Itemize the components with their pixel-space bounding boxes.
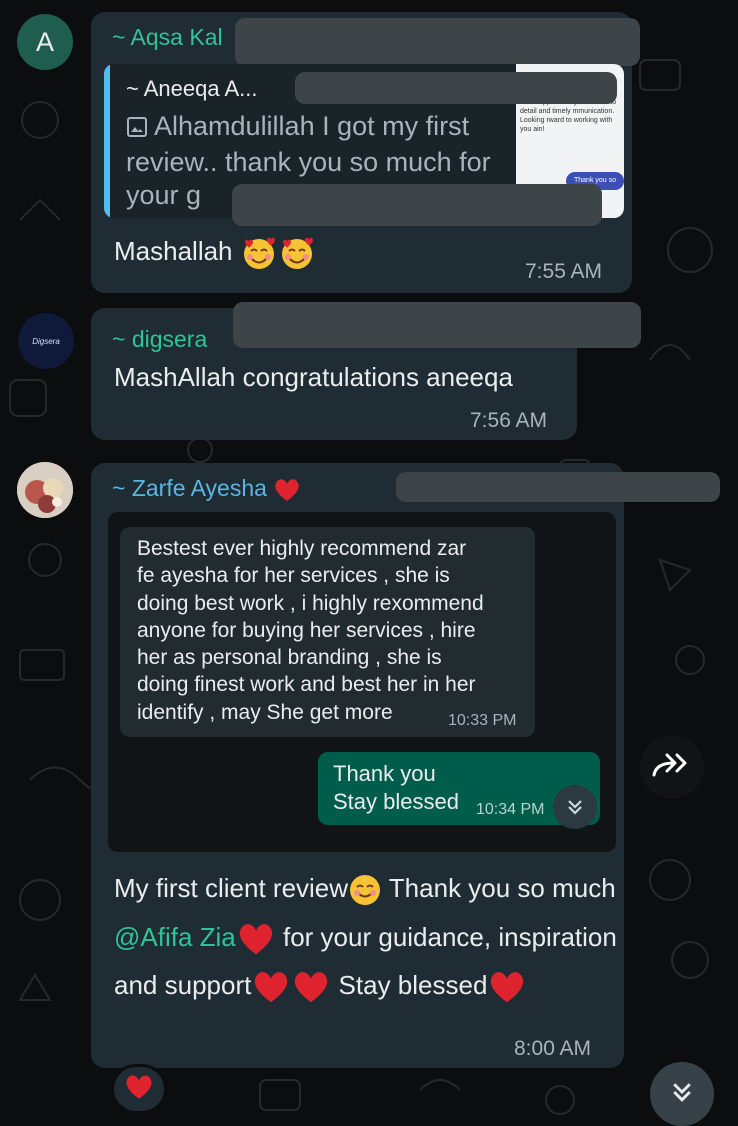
red-heart-emoji [487,969,527,1005]
reply-line-1: Thank you [333,761,436,786]
sender-name-zarfe[interactable]: ~ Zarfe Ayesha [112,475,301,503]
message-time-aqsa: 7:55 AM [525,260,603,283]
scroll-to-bottom-button[interactable] [650,1062,714,1126]
double-chevron-down-icon [669,1079,695,1110]
forward-button[interactable] [640,735,704,799]
redacted-phone-aqsa [235,18,640,66]
avatar-photo [17,462,73,518]
red-heart-emoji [291,969,331,1005]
avatar-letter: A [35,26,54,57]
double-chevron-down-icon [553,785,597,829]
review-text: Bestest ever highly recommend zar fe aye… [137,537,484,724]
sender-name-aqsa[interactable]: ~ Aqsa Kal [112,24,223,51]
red-heart-emoji [236,921,276,957]
quoted-sender-name: ~ Aneeqa A... [126,76,258,101]
redacted-phone-digsera [233,302,641,348]
mention-link[interactable]: @Afifa Zia [114,922,236,952]
review-time: 10:33 PM [448,712,517,729]
smiling-face-emoji [348,873,382,907]
message-time-zarfe: 8:00 AM [514,1037,592,1060]
forward-icon [651,751,693,784]
message-text-zarfe: My first client review Thank you so much… [114,864,624,1010]
redacted-bar-quote-top [295,72,617,104]
reply-line-2: Stay blessed [333,789,459,814]
sender-name-digsera[interactable]: ~ digsera [112,326,207,353]
avatar-zarfe[interactable] [17,462,73,518]
avatar-aqsa[interactable]: A [17,14,73,70]
redacted-bar-quote-bottom [232,184,602,226]
reaction-heart[interactable] [111,1064,167,1114]
redacted-phone-zarfe [396,472,720,502]
smiling-face-with-hearts-emoji [278,234,316,272]
message-time-digsera: 7:56 AM [470,409,548,432]
message-text-digsera: MashAllah congratulations aneeqa [114,362,513,392]
image-icon [126,113,148,146]
reply-time: 10:34 PM [476,801,545,818]
message-text-aqsa: Mashallah [114,234,316,272]
smiling-face-with-hearts-emoji [240,234,278,272]
avatar-logo-text: Digsera [32,336,60,346]
quote-accent-bar [104,64,110,218]
red-heart-emoji [273,477,301,503]
avatar-digsera[interactable]: Digsera [18,313,74,369]
red-heart-emoji [124,1073,154,1106]
red-heart-emoji [251,969,291,1005]
